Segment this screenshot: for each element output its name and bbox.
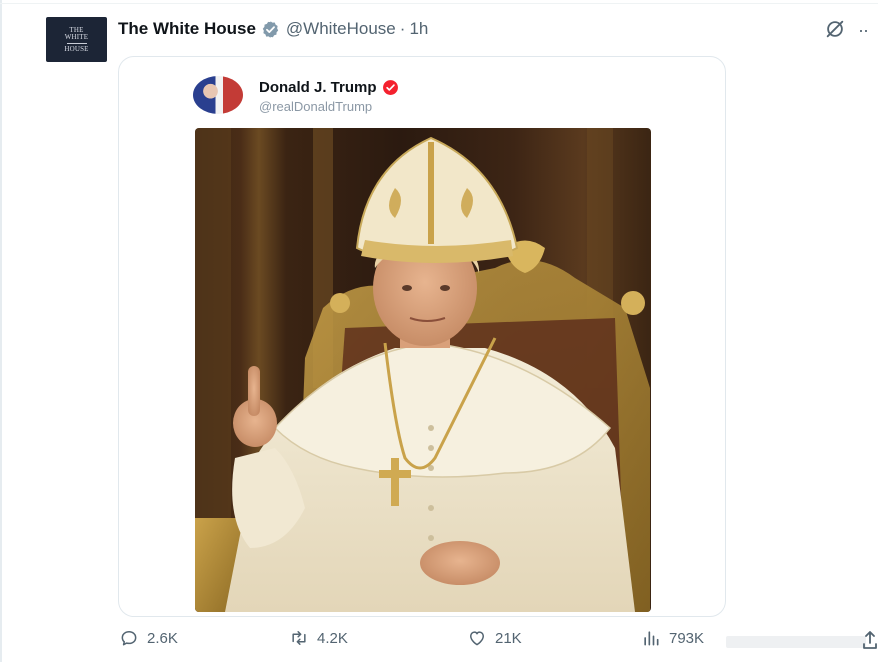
verified-badge-icon[interactable] [382, 79, 399, 96]
grok-icon[interactable] [824, 18, 846, 40]
post-top-divider [0, 3, 878, 4]
quoted-author-handle: @realDonaldTrump [259, 99, 373, 114]
quoted-author: Donald J. Trump [259, 79, 399, 96]
post-timestamp[interactable]: 1h [409, 19, 428, 39]
quoted-avatar[interactable] [193, 76, 243, 114]
reply-count: 2.6K [147, 629, 178, 647]
author-handle[interactable]: @WhiteHouse [286, 19, 396, 39]
post-image[interactable] [195, 128, 651, 612]
share-icon[interactable] [862, 630, 878, 650]
views-button[interactable]: 793K [641, 628, 704, 648]
views-chart-icon [644, 631, 659, 646]
reply-button[interactable]: 2.6K [119, 628, 178, 648]
like-count: 21K [495, 629, 522, 647]
heart-icon [470, 631, 484, 646]
author-name[interactable]: The White House [118, 19, 256, 39]
avatar-text-line: WHITE [64, 32, 89, 41]
quoted-author-name[interactable]: Donald J. Trump [259, 79, 377, 96]
avatar-text-line: HOUSE [64, 44, 89, 53]
avatar[interactable]: THE WHITE HOUSE [46, 17, 107, 62]
like-button[interactable]: 21K [467, 628, 522, 648]
retweet-count: 4.2K [317, 629, 348, 647]
avatar-divider [66, 42, 87, 44]
papal-portrait-illustration [195, 128, 650, 612]
retweet-button[interactable]: 4.2K [289, 628, 348, 648]
more-options-icon[interactable]: ·· [858, 20, 869, 41]
views-count: 793K [669, 629, 705, 647]
post-header: The White House @WhiteHouse · 1h [118, 18, 428, 40]
separator-dot: · [399, 19, 406, 38]
reply-icon [121, 631, 137, 646]
watermark-overlay [726, 636, 866, 648]
timeline-divider [0, 0, 2, 662]
verified-badge-icon[interactable] [261, 20, 280, 39]
retweet-icon [292, 631, 306, 645]
